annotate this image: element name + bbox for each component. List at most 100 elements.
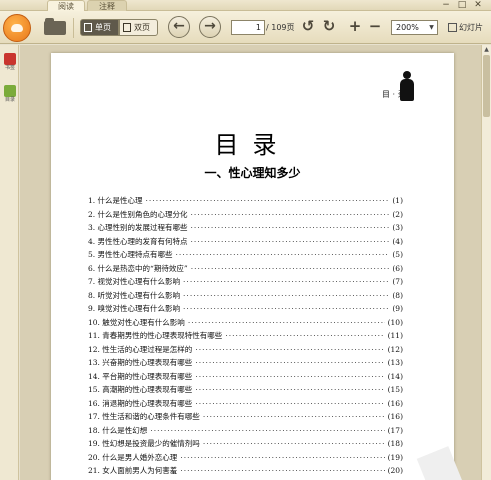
toc-entry[interactable]: 9. 嗅觉对性心理有什么影响 ··························… (88, 302, 403, 315)
toc-leader-dots: ········································… (183, 304, 390, 313)
toc-entry[interactable]: 2. 什么是性别角色的心理分化 ·························… (88, 208, 403, 221)
toc-entry[interactable]: 16. 消退期的性心理表现有哪些 ························… (88, 397, 403, 410)
toc-entry[interactable]: 14. 平台期的性心理表现有哪些 ························… (88, 370, 403, 383)
tab-annotate[interactable]: 注释 (87, 0, 127, 11)
toc-entry[interactable]: 15. 高潮期的性心理表现有哪些 ························… (88, 383, 403, 396)
toc-entry[interactable]: 12. 性生活的心理过程是怎样的 ························… (88, 343, 403, 356)
toc-leader-dots: ········································… (175, 250, 390, 259)
toc-leader-dots: ········································… (190, 209, 390, 219)
section-title: 一、性心理知多少 (204, 166, 301, 180)
next-page-button[interactable]: → (199, 16, 221, 38)
figure-head-shape (403, 71, 411, 79)
zoom-in-icon[interactable]: + (346, 16, 364, 36)
folder-body-shape (44, 21, 66, 35)
app-logo-icon[interactable] (3, 14, 31, 42)
slideshow-button[interactable]: 幻灯片 (448, 20, 483, 35)
toc-entry-title: 10. 触觉对性心理有什么影响 (88, 317, 185, 327)
toc-entry-page: (7) (392, 277, 403, 286)
toc-entry[interactable]: 3. 心理性别的发展过程有哪些 ·························… (88, 221, 403, 234)
figure-body-shape (400, 79, 414, 101)
toc-entry[interactable]: 1. 什么是性心理 ·······························… (88, 194, 403, 207)
toc-entry-title: 9. 嗅觉对性心理有什么影响 (88, 304, 181, 313)
document-page: 目 · 录 目录 一、性心理知多少 1. 什么是性心理 ·············… (51, 53, 464, 480)
sidebar-item-bookmarks[interactable]: 书签 (2, 53, 18, 72)
toc-entry-title: 21. 女人面前男人为何害羞 (88, 466, 178, 475)
document-viewport[interactable]: 目 · 录 目录 一、性心理知多少 1. 什么是性心理 ·············… (20, 45, 481, 480)
toc-entry-title: 5. 男性性心理特点有哪些 (88, 250, 173, 259)
previous-page-button[interactable]: ← (168, 16, 190, 38)
total-pages-label: / 109页 (266, 23, 295, 32)
tab-read[interactable]: 阅读 (47, 0, 85, 11)
toc-entry-page: (17) (387, 425, 403, 435)
double-page-button[interactable]: 双页 (119, 19, 158, 36)
toc-entry-page: (4) (392, 236, 403, 246)
maximize-button[interactable]: □ (456, 0, 468, 10)
toc-entry-page: (5) (392, 250, 403, 259)
minimize-button[interactable]: − (440, 0, 452, 10)
chevron-down-icon[interactable]: ▼ (427, 22, 436, 33)
toc-entry-title: 6. 什么是热恋中的“期待效应” (88, 263, 188, 273)
toc-entry[interactable]: 21. 女人面前男人为何害羞 ··························… (88, 464, 403, 477)
toc-entry-page: (15) (387, 385, 403, 394)
toc-leader-dots: ········································… (183, 277, 390, 286)
toc-entry[interactable]: 17. 性生活和谐的心理条件有哪些 ·······················… (88, 410, 403, 423)
toc-entry-page: (12) (387, 344, 403, 354)
toc-entry-page: (2) (392, 209, 403, 219)
sidebar-item-label: 书签 (4, 65, 15, 71)
toc-entry[interactable]: 5. 男性性心理特点有哪些 ···························… (88, 248, 403, 261)
toc-entry[interactable]: 7. 视觉对性心理有什么影响 ··························… (88, 275, 403, 288)
toc-entry-page: (20) (387, 466, 403, 475)
rotate-right-icon[interactable]: ↻ (320, 16, 338, 36)
toc-entry[interactable]: 8. 听觉对性心理有什么影响 ··························… (88, 289, 403, 302)
toc-entry-page: (13) (387, 358, 403, 367)
toc-entry[interactable]: 6. 什么是热恋中的“期待效应” ························… (88, 262, 403, 275)
bookmark-icon (4, 53, 16, 65)
toc-entry-title: 16. 消退期的性心理表现有哪些 (88, 398, 193, 408)
scroll-up-icon[interactable]: ▲ (482, 45, 491, 54)
toc-entry-title: 17. 性生活和谐的心理条件有哪些 (88, 412, 200, 421)
toc-entry[interactable]: 20. 什么是男人婚外恋心理 ··························… (88, 451, 403, 464)
toc-entry-title: 7. 视觉对性心理有什么影响 (88, 277, 181, 286)
toc-entry[interactable]: 18. 什么是性幻想 ······························… (88, 424, 403, 437)
toc-leader-dots: ········································… (187, 317, 385, 327)
zoom-out-icon[interactable]: − (366, 16, 384, 36)
toc-entry-page: (1) (392, 196, 403, 205)
scrollbar-thumb[interactable] (483, 55, 490, 117)
toc-entry-title: 8. 听觉对性心理有什么影响 (88, 290, 181, 300)
toc-entry-page: (11) (387, 331, 403, 340)
toc-entry-page: (8) (392, 290, 403, 300)
toc-entry[interactable]: 10. 触觉对性心理有什么影响 ·························… (88, 316, 403, 329)
toc-entry[interactable]: 11. 青春期男性的性心理表现特性有哪些 ····················… (88, 329, 403, 342)
page-title: 目录 (214, 131, 291, 159)
toc-entry-page: (10) (387, 317, 403, 327)
vertical-scrollbar[interactable]: ▲ (481, 45, 491, 480)
person-figure-icon (399, 71, 415, 101)
zoom-select[interactable]: 200% ▼ (391, 20, 438, 35)
sidebar-item-contents[interactable]: 目录 (2, 85, 18, 104)
toc-leader-dots: ········································… (190, 223, 390, 232)
toc-entry-title: 15. 高潮期的性心理表现有哪些 (88, 385, 193, 394)
toc-entry-page: (19) (387, 452, 403, 462)
rotate-left-icon[interactable]: ↺ (299, 16, 317, 36)
single-page-button[interactable]: 单页 (80, 19, 119, 36)
arrow-right-icon: → (204, 18, 216, 34)
toc-leader-dots: ········································… (190, 236, 390, 246)
toc-entry-page: (6) (392, 263, 403, 273)
toc-leader-dots: ········································… (195, 371, 385, 381)
toc-leader-dots: ········································… (225, 331, 385, 340)
zoom-value: 200% (396, 23, 419, 32)
toolbar-divider (73, 18, 74, 38)
toc-leader-dots: ········································… (195, 385, 385, 394)
single-page-label: 单页 (95, 23, 111, 32)
watermark-stamp (416, 446, 464, 480)
toc-entry-page: (3) (392, 223, 403, 232)
toc-entry-title: 13. 兴奋期的性心理表现有哪些 (88, 358, 193, 367)
toc-entry[interactable]: 19. 性幻想是投资最少的催情剂吗 ·······················… (88, 437, 403, 450)
toc-entry-page: (18) (387, 439, 403, 448)
open-folder-icon[interactable] (44, 18, 66, 35)
page-number-input[interactable]: 1 (231, 20, 265, 35)
close-button[interactable]: ✕ (472, 0, 484, 10)
left-sidebar: 书签 目录 (0, 45, 19, 480)
toc-entry[interactable]: 13. 兴奋期的性心理表现有哪些 ························… (88, 356, 403, 369)
toc-entry[interactable]: 4. 男性性心理的发育有何特点 ·························… (88, 235, 403, 248)
